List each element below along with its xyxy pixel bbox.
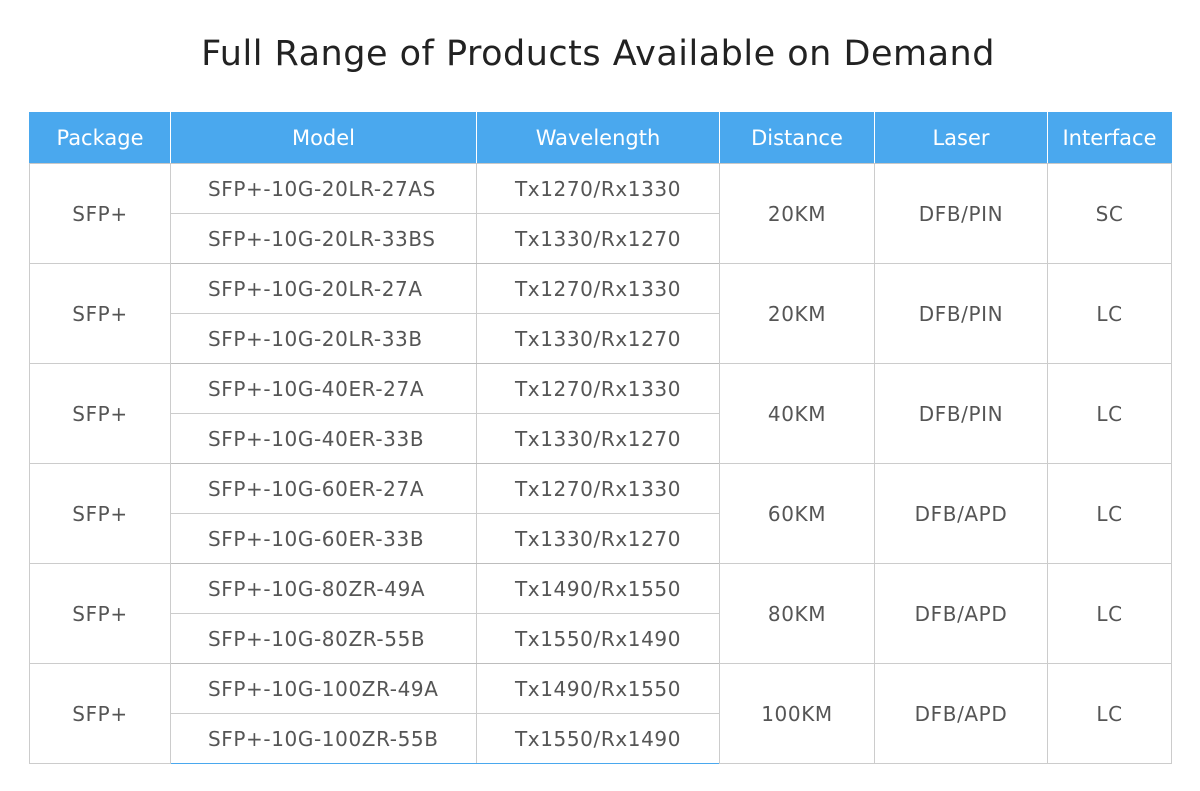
column-header-package: Package	[29, 112, 171, 164]
model-cell: SFP+-10G-100ZR-55B	[170, 713, 477, 764]
laser-cell: DFB/PIN	[874, 263, 1048, 364]
column-header-interface: Interface	[1047, 112, 1172, 164]
model-cell: SFP+-10G-20LR-33B	[170, 313, 477, 364]
header-row: Package Model Wavelength Distance Laser …	[29, 112, 1172, 164]
model-cell: SFP+-10G-80ZR-55B	[170, 613, 477, 664]
table-row: SFP+ SFP+-10G-60ER-27A Tx1270/Rx1330 60K…	[29, 463, 1172, 564]
wavelength-cell: Tx1490/Rx1550	[476, 663, 720, 714]
column-header-wavelength: Wavelength	[476, 112, 720, 164]
model-cell: SFP+-10G-80ZR-49A	[170, 563, 477, 614]
wavelength-cell: Tx1330/Rx1270	[476, 213, 720, 264]
table-row: SFP+ SFP+-10G-100ZR-49A Tx1490/Rx1550 10…	[29, 663, 1172, 764]
model-cell: SFP+-10G-20LR-33BS	[170, 213, 477, 264]
column-header-distance: Distance	[719, 112, 875, 164]
interface-cell: LC	[1047, 563, 1172, 664]
table-row: SFP+ SFP+-10G-20LR-27A Tx1270/Rx1330 20K…	[29, 263, 1172, 364]
wavelength-cell: Tx1330/Rx1270	[476, 413, 720, 464]
model-cell: SFP+-10G-40ER-27A	[170, 363, 477, 414]
column-header-model: Model	[170, 112, 477, 164]
wavelength-cell: Tx1550/Rx1490	[476, 713, 720, 764]
column-header-laser: Laser	[874, 112, 1048, 164]
laser-cell: DFB/APD	[874, 663, 1048, 764]
interface-cell: LC	[1047, 663, 1172, 764]
package-cell: SFP+	[29, 563, 171, 664]
distance-cell: 40KM	[719, 363, 875, 464]
page-title: Full Range of Products Available on Dema…	[201, 34, 995, 74]
model-cell: SFP+-10G-60ER-33B	[170, 513, 477, 564]
model-cell: SFP+-10G-20LR-27AS	[170, 163, 477, 214]
distance-cell: 60KM	[719, 463, 875, 564]
package-cell: SFP+	[29, 663, 171, 764]
products-table: Package Model Wavelength Distance Laser …	[29, 112, 1172, 764]
wavelength-cell: Tx1550/Rx1490	[476, 613, 720, 664]
wavelength-cell: Tx1330/Rx1270	[476, 313, 720, 364]
laser-cell: DFB/PIN	[874, 163, 1048, 264]
interface-cell: LC	[1047, 363, 1172, 464]
package-cell: SFP+	[29, 363, 171, 464]
interface-cell: LC	[1047, 463, 1172, 564]
interface-cell: SC	[1047, 163, 1172, 264]
wavelength-cell: Tx1490/Rx1550	[476, 563, 720, 614]
table-row: SFP+ SFP+-10G-40ER-27A Tx1270/Rx1330 40K…	[29, 363, 1172, 464]
distance-cell: 100KM	[719, 663, 875, 764]
laser-cell: DFB/APD	[874, 563, 1048, 664]
table-row: SFP+ SFP+-10G-20LR-27AS Tx1270/Rx1330 20…	[29, 163, 1172, 264]
laser-cell: DFB/PIN	[874, 363, 1048, 464]
table-header: Package Model Wavelength Distance Laser …	[29, 112, 1172, 164]
model-cell: SFP+-10G-100ZR-49A	[170, 663, 477, 714]
table-row: SFP+ SFP+-10G-80ZR-49A Tx1490/Rx1550 80K…	[29, 563, 1172, 664]
interface-cell: LC	[1047, 263, 1172, 364]
model-cell: SFP+-10G-40ER-33B	[170, 413, 477, 464]
wavelength-cell: Tx1270/Rx1330	[476, 363, 720, 414]
package-cell: SFP+	[29, 163, 171, 264]
model-cell: SFP+-10G-20LR-27A	[170, 263, 477, 314]
laser-cell: DFB/APD	[874, 463, 1048, 564]
model-cell: SFP+-10G-60ER-27A	[170, 463, 477, 514]
table-body: SFP+ SFP+-10G-20LR-27AS Tx1270/Rx1330 20…	[29, 163, 1172, 764]
package-cell: SFP+	[29, 263, 171, 364]
distance-cell: 20KM	[719, 163, 875, 264]
distance-cell: 80KM	[719, 563, 875, 664]
distance-cell: 20KM	[719, 263, 875, 364]
package-cell: SFP+	[29, 463, 171, 564]
wavelength-cell: Tx1270/Rx1330	[476, 263, 720, 314]
wavelength-cell: Tx1270/Rx1330	[476, 163, 720, 214]
wavelength-cell: Tx1330/Rx1270	[476, 513, 720, 564]
wavelength-cell: Tx1270/Rx1330	[476, 463, 720, 514]
